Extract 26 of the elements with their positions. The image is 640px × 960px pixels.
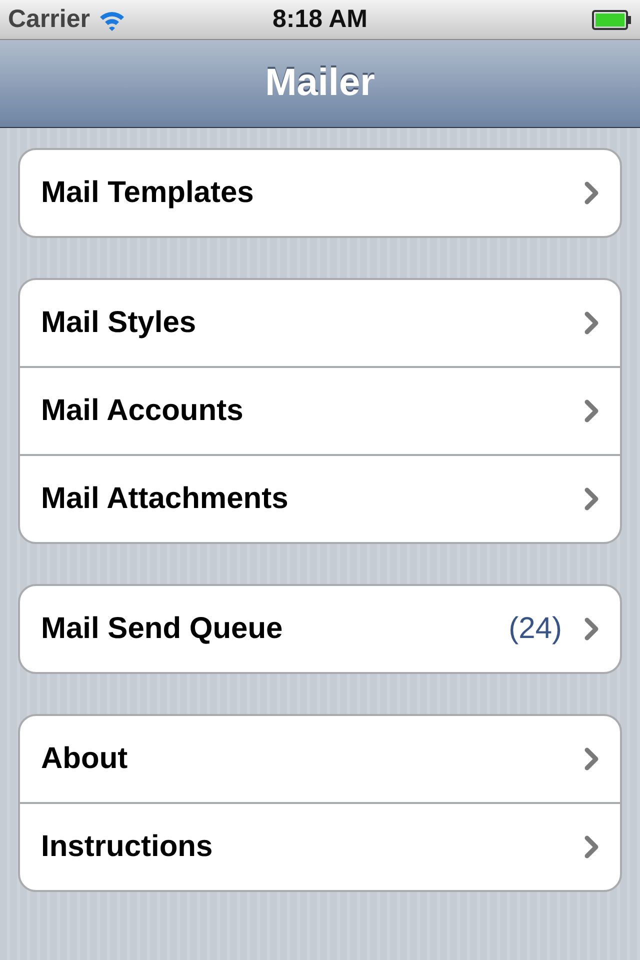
row-label: Mail Accounts [41, 394, 244, 428]
chevron-icon [584, 399, 600, 423]
table-row[interactable]: Instructions [20, 802, 620, 890]
table-row[interactable]: Mail Templates [20, 150, 620, 236]
row-count: (24) [508, 612, 562, 646]
chevron-icon [584, 617, 600, 641]
row-label: Mail Attachments [41, 482, 288, 516]
chevron-icon [584, 487, 600, 511]
row-label: Mail Styles [41, 306, 196, 340]
chevron-icon [584, 747, 600, 771]
clock-time: 8:18 AM [272, 5, 368, 33]
table-row[interactable]: Mail Styles [20, 280, 620, 366]
row-label: Mail Templates [41, 176, 254, 210]
table-row[interactable]: Mail Attachments [20, 454, 620, 542]
nav-title: Mailer [265, 62, 375, 105]
row-label: About [41, 742, 128, 776]
chevron-icon [584, 311, 600, 335]
table-row[interactable]: Mail Accounts [20, 366, 620, 454]
chevron-icon [584, 181, 600, 205]
row-label: Instructions [41, 830, 213, 864]
row-label: Mail Send Queue [41, 612, 283, 646]
table-row[interactable]: About [20, 716, 620, 802]
carrier-name: Carrier [8, 5, 90, 34]
table-row[interactable]: Mail Send Queue (24) [20, 586, 620, 672]
chevron-icon [584, 835, 600, 859]
battery-icon [592, 8, 632, 30]
